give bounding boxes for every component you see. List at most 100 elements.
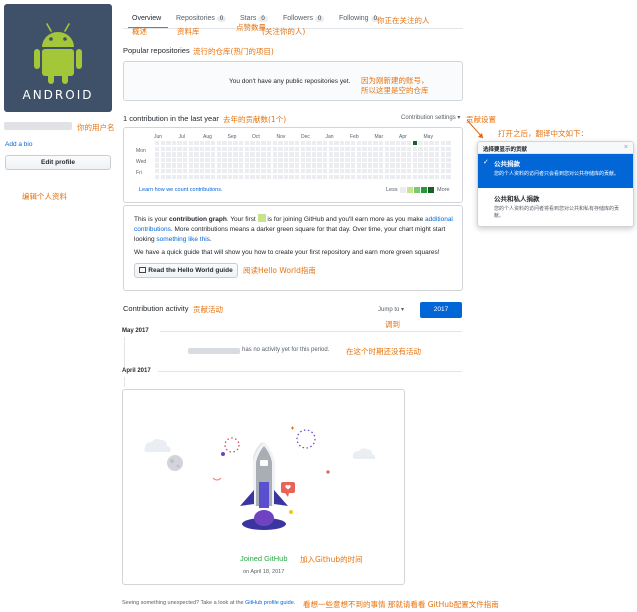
day-cell[interactable]	[395, 163, 401, 168]
day-cell[interactable]	[183, 169, 188, 174]
day-cell[interactable]	[306, 141, 311, 146]
day-cell[interactable]	[407, 174, 412, 179]
day-cell[interactable]	[317, 169, 322, 174]
day-cell[interactable]	[373, 163, 378, 168]
day-cell[interactable]	[379, 146, 384, 151]
day-cell[interactable]	[155, 152, 160, 157]
day-cell[interactable]	[188, 141, 193, 146]
day-cell[interactable]	[171, 163, 177, 168]
day-cell[interactable]	[250, 157, 255, 163]
day-cell[interactable]	[373, 152, 378, 157]
day-cell[interactable]	[272, 152, 277, 157]
day-cell[interactable]	[283, 152, 289, 157]
day-cell[interactable]	[446, 174, 451, 179]
day-cell[interactable]	[194, 157, 199, 163]
day-cell[interactable]	[250, 141, 255, 146]
day-cell[interactable]	[211, 152, 216, 157]
day-cell[interactable]	[446, 141, 451, 146]
day-cell[interactable]	[233, 169, 238, 174]
day-cell[interactable]	[205, 146, 210, 151]
day-cell[interactable]	[440, 141, 445, 146]
day-cell[interactable]	[300, 146, 305, 151]
day-cell[interactable]	[216, 157, 221, 163]
day-cell[interactable]	[155, 163, 160, 168]
day-cell[interactable]	[356, 169, 361, 174]
day-cell[interactable]	[317, 141, 322, 146]
day-cell[interactable]	[160, 163, 165, 168]
day-cell[interactable]	[160, 174, 165, 179]
day-cell[interactable]	[317, 174, 322, 179]
day-cell[interactable]	[295, 152, 300, 157]
day-cell[interactable]	[367, 169, 373, 174]
day-cell[interactable]	[367, 152, 373, 157]
day-cell[interactable]	[362, 152, 367, 157]
day-cell[interactable]	[188, 157, 193, 163]
day-cell[interactable]	[407, 146, 412, 151]
day-cell[interactable]	[171, 169, 177, 174]
day-cell[interactable]	[412, 146, 417, 151]
day-cell[interactable]	[379, 141, 384, 146]
day-cell[interactable]	[239, 174, 244, 179]
day-cell[interactable]	[183, 146, 188, 151]
day-cell[interactable]	[362, 174, 367, 179]
day-cell[interactable]	[362, 169, 367, 174]
day-cell[interactable]	[306, 174, 311, 179]
day-cell[interactable]	[171, 146, 177, 151]
day-cell[interactable]	[289, 146, 294, 151]
day-cell[interactable]	[289, 163, 294, 168]
day-cell[interactable]	[384, 146, 389, 151]
day-cell[interactable]	[194, 169, 199, 174]
day-cell[interactable]	[295, 163, 300, 168]
day-cell[interactable]	[311, 157, 317, 163]
day-cell[interactable]	[367, 157, 373, 163]
day-cell[interactable]	[283, 174, 289, 179]
day-cell[interactable]	[362, 163, 367, 168]
day-cell[interactable]	[323, 152, 328, 157]
day-cell[interactable]	[384, 152, 389, 157]
day-cell[interactable]	[395, 152, 401, 157]
day-cell[interactable]	[160, 169, 165, 174]
day-cell[interactable]	[311, 163, 317, 168]
day-cell[interactable]	[289, 141, 294, 146]
day-cell[interactable]	[171, 152, 177, 157]
day-cell[interactable]	[194, 146, 199, 151]
tab-repositories[interactable]: Repositories 0	[176, 15, 227, 22]
profile-guide-link[interactable]: GitHub profile guide	[245, 600, 294, 606]
day-cell[interactable]	[188, 152, 193, 157]
day-cell[interactable]	[166, 174, 171, 179]
day-cell[interactable]	[171, 141, 177, 146]
day-cell[interactable]	[261, 141, 266, 146]
day-cell[interactable]	[351, 174, 356, 179]
day-cell[interactable]	[390, 174, 395, 179]
year-button-2017[interactable]: 2017	[420, 302, 462, 318]
day-cell[interactable]	[188, 146, 193, 151]
day-cell[interactable]	[401, 146, 406, 151]
day-cell[interactable]	[222, 163, 227, 168]
day-cell[interactable]	[222, 141, 227, 146]
day-cell[interactable]	[407, 141, 412, 146]
day-cell[interactable]	[216, 152, 221, 157]
day-cell[interactable]	[412, 141, 417, 146]
day-cell[interactable]	[300, 152, 305, 157]
day-cell[interactable]	[351, 146, 356, 151]
day-cell[interactable]	[177, 163, 182, 168]
day-cell[interactable]	[323, 174, 328, 179]
day-cell[interactable]	[435, 163, 440, 168]
day-cell[interactable]	[188, 174, 193, 179]
day-cell[interactable]	[412, 174, 417, 179]
day-cell[interactable]	[440, 152, 445, 157]
tab-following[interactable]: Following 0	[339, 15, 380, 22]
day-cell[interactable]	[166, 152, 171, 157]
avatar[interactable]: ANDROID	[4, 4, 112, 112]
day-cell[interactable]	[278, 174, 283, 179]
day-cell[interactable]	[446, 157, 451, 163]
day-cell[interactable]	[373, 141, 378, 146]
day-cell[interactable]	[177, 174, 182, 179]
day-cell[interactable]	[199, 169, 205, 174]
day-cell[interactable]	[283, 169, 289, 174]
day-cell[interactable]	[194, 141, 199, 146]
day-cell[interactable]	[211, 169, 216, 174]
day-cell[interactable]	[328, 157, 333, 163]
day-cell[interactable]	[250, 146, 255, 151]
option-public-contributions[interactable]: ✓ 公共捐款 您的个人资料的访问者只会看到您对公共存储库的贡献。	[478, 154, 633, 188]
